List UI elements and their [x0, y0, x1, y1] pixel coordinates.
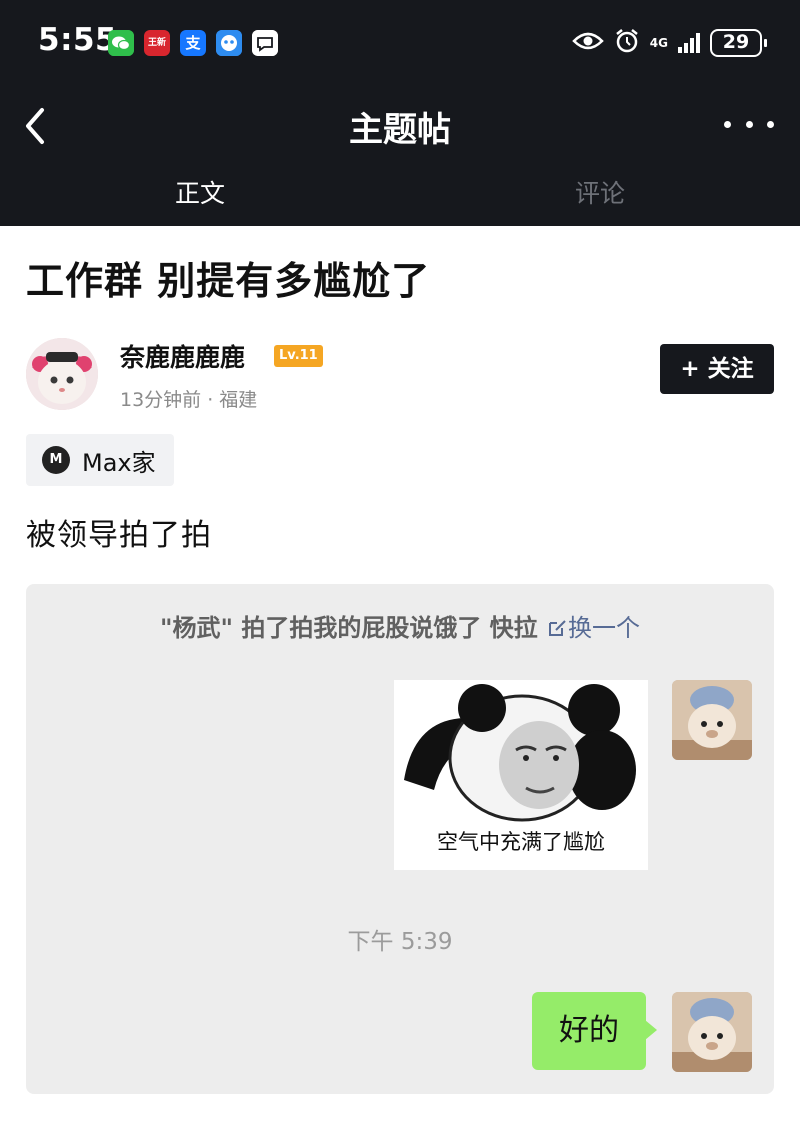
status-bar: 5:55 王新 支 4G 29: [0, 0, 800, 86]
post-image[interactable]: "杨武" 拍了拍我的屁股说饿了 快拉 换一个 空气中充满了尴尬 下午 5:39 …: [26, 584, 774, 1094]
status-indicators: 4G 29: [572, 26, 767, 60]
tab-bar: 正文 评论: [0, 162, 800, 226]
chat-timestamp: 下午 5:39: [347, 929, 453, 955]
reply-bubble: 好的: [532, 992, 657, 1070]
level-badge: Lv.11: [274, 345, 323, 367]
author-name[interactable]: 奈鹿鹿鹿鹿: [120, 338, 245, 374]
pat-message-text: "杨武" 拍了拍我的屁股说饿了 快拉: [159, 614, 538, 642]
post-title: 工作群 别提有多尴尬了: [26, 259, 431, 303]
battery-icon: 29: [710, 29, 767, 57]
status-time: 5:55: [38, 22, 118, 58]
change-link-label: 换一个: [568, 614, 641, 642]
alipay-icon: 支: [180, 30, 206, 56]
change-link: 换一个: [546, 614, 640, 642]
wechat-icon: [108, 30, 134, 56]
more-options-button[interactable]: [724, 104, 774, 144]
eye-icon: [572, 30, 604, 56]
follow-button[interactable]: + 关注: [660, 344, 774, 394]
author-avatar[interactable]: [26, 338, 98, 410]
robot-app-icon: [216, 30, 242, 56]
community-logo: M: [42, 446, 70, 474]
page-title: 主题帖: [349, 110, 451, 150]
news-app-icon: 王新: [144, 30, 170, 56]
network-label: 4G: [649, 36, 668, 50]
alarm-icon: [614, 28, 640, 58]
chat-avatar: [672, 680, 752, 760]
post-body: 被领导拍了拍: [26, 518, 212, 553]
sticker-caption: 空气中充满了尴尬: [437, 830, 605, 854]
app-header: 5:55 王新 支 4G 29 主题帖 正文 评论: [0, 0, 800, 226]
community-tag[interactable]: M Max家: [26, 434, 174, 486]
meme-sticker: 空气中充满了尴尬: [394, 680, 648, 870]
community-name: Max家: [82, 448, 156, 477]
tab-comments[interactable]: 评论: [500, 174, 700, 210]
panda-meme-image: [394, 680, 648, 830]
chat-app-icon: [252, 30, 278, 56]
signal-icon: [678, 33, 700, 53]
tab-main-text[interactable]: 正文: [100, 174, 300, 210]
nav-bar: 主题帖: [0, 92, 800, 162]
chat-avatar: [672, 992, 752, 1072]
pat-system-message: "杨武" 拍了拍我的屁股说饿了 快拉 换一个: [26, 608, 774, 643]
post-meta: 13分钟前 · 福建: [120, 389, 258, 411]
